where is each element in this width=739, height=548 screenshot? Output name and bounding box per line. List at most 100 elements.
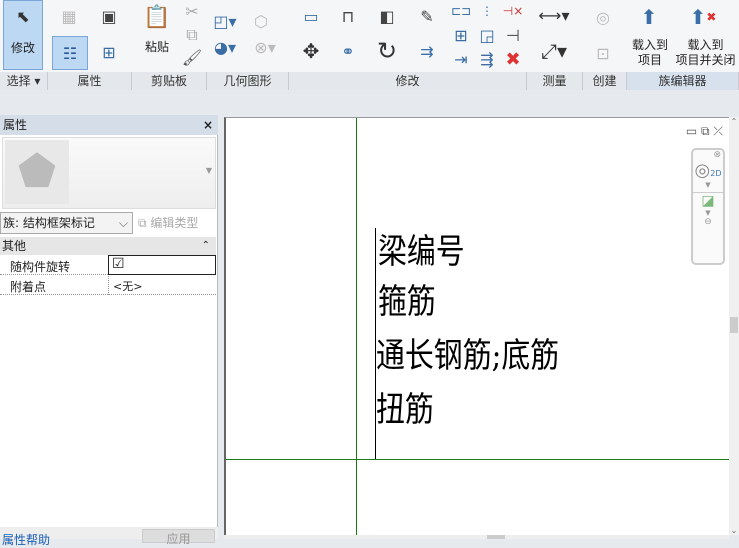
drawing-canvas[interactable]: 梁编号 箍筋 通长钢筋;底筋 扭筋 ▭ ⧉ ⤫ ⊗ ◎2D ▼ ◪ ▼ ⊖: [224, 117, 731, 536]
mirror-draw-axis-icon[interactable]: ✎: [412, 2, 442, 30]
load-into-project-icon[interactable]: ⬆: [635, 2, 663, 32]
modify-label: 修改: [10, 41, 35, 55]
load-close-line1: 载入到: [687, 38, 724, 52]
close-nav-icon[interactable]: ⊗: [693, 150, 723, 160]
scroll-down-icon[interactable]: ⌄: [729, 526, 739, 535]
scroll-up-icon[interactable]: ⌃: [729, 117, 739, 126]
load-and-close-label[interactable]: 载入到 项目并关闭: [672, 38, 739, 68]
scale-icon[interactable]: ◲: [478, 26, 496, 45]
close-icon[interactable]: ×: [203, 115, 213, 135]
family-types-icon[interactable]: ▣: [95, 2, 123, 30]
cut-geometry-icon[interactable]: ◰▾: [213, 12, 236, 31]
type-properties-icon[interactable]: ⊞: [95, 38, 123, 66]
edit-type-icon: ⧉: [138, 216, 147, 230]
reference-plane-vertical[interactable]: [356, 118, 357, 536]
split-gap-icon[interactable]: ⋮: [478, 3, 496, 19]
property-name: 随构件旋转: [10, 260, 71, 274]
group-header-other[interactable]: 其他 ⌃: [0, 237, 216, 255]
vertical-scrollbar[interactable]: ⌃ ⌄: [729, 117, 739, 535]
chevron-down-icon: ⌵: [118, 216, 128, 230]
family-preview-image: ⬟: [5, 140, 69, 204]
restore-icon[interactable]: ⧉: [701, 124, 710, 138]
measure-icon[interactable]: ⟷▾: [532, 5, 576, 25]
label-torsion-rebar[interactable]: 扭筋: [376, 382, 434, 431]
align-icon[interactable]: ▭: [296, 2, 326, 30]
load-and-close-icon[interactable]: ⬆ ✖: [688, 2, 718, 32]
paste-label[interactable]: 粘贴: [140, 38, 174, 55]
trim-extend-multiple-icon[interactable]: ⇶: [478, 50, 496, 69]
zoom-region-icon[interactable]: ◪: [693, 192, 723, 209]
unpin-icon[interactable]: ⊣×: [503, 3, 524, 19]
join-geometry-icon[interactable]: ◕▾: [214, 38, 236, 57]
minimize-icon[interactable]: ▭: [686, 124, 697, 138]
property-row: 随构件旋转 ☑: [0, 255, 216, 275]
chevron-down-icon[interactable]: ▼: [206, 166, 212, 175]
delete-icon[interactable]: ✖: [504, 49, 522, 70]
panel-clipboard: 剪贴板: [132, 72, 207, 90]
close-view-icon[interactable]: ⤫: [713, 124, 723, 138]
navigation-bar: ⊗ ◎2D ▼ ◪ ▼ ⊖: [691, 148, 725, 265]
reference-plane-horizontal[interactable]: [226, 459, 731, 460]
family-category-icon[interactable]: ▦: [55, 2, 83, 30]
trim-extend-icon[interactable]: ⇉: [412, 36, 442, 66]
label-continuous-rebar[interactable]: 通长钢筋;底筋: [376, 328, 559, 377]
load-close-line2: 项目并关闭: [675, 53, 736, 67]
panel-modify: 修改: [289, 72, 527, 90]
panel-properties: 属性: [48, 72, 132, 90]
panel-family-editor: 族编辑器: [627, 72, 739, 90]
chevron-down-icon[interactable]: ▼: [693, 209, 723, 217]
rotate-with-component-checkbox[interactable]: ☑: [108, 255, 216, 275]
move-icon[interactable]: ✥: [296, 36, 326, 66]
array-icon[interactable]: ⊞: [452, 26, 470, 45]
properties-icon[interactable]: ☷: [52, 36, 88, 70]
split-element-icon[interactable]: ⊏⊐: [451, 3, 471, 19]
label-beam-number[interactable]: 梁编号: [378, 224, 465, 273]
panel-geometry: 几何图形: [207, 72, 289, 90]
properties-header: 属性 ×: [0, 115, 218, 135]
type-selector-value: 族: 结构框架标记: [3, 216, 95, 230]
wall-join-icon[interactable]: ⬡: [252, 12, 270, 31]
horizontal-scrollbar[interactable]: [224, 535, 729, 539]
copy-element-icon[interactable]: ⚭: [333, 36, 363, 66]
dimension-icon[interactable]: ⤢▾: [532, 38, 576, 64]
split-face-icon[interactable]: ⊗▾: [252, 38, 278, 57]
load-label-line1: 载入到: [631, 38, 668, 52]
scrollbar-thumb[interactable]: [487, 535, 505, 539]
collapse-icon[interactable]: ⌃: [202, 237, 210, 255]
create-component-icon[interactable]: ◎: [588, 2, 618, 32]
scrollbar-thumb[interactable]: [730, 317, 738, 333]
properties-title: 属性: [3, 118, 28, 132]
create-group-icon[interactable]: ⊡: [588, 38, 618, 68]
trim-extend-single-icon[interactable]: ⇥: [452, 50, 470, 69]
chevron-down-icon[interactable]: ▼: [693, 181, 723, 189]
property-name: 附着点: [10, 280, 47, 294]
nav-options-icon[interactable]: ⊖: [693, 217, 723, 227]
panel-select[interactable]: 选择 ▾: [0, 72, 48, 90]
type-selector[interactable]: 族: 结构框架标记 ⌵: [0, 212, 133, 234]
property-row: 附着点 <无>: [0, 276, 216, 295]
apply-button[interactable]: 应用: [142, 529, 215, 546]
properties-help-link[interactable]: 属性帮助: [2, 531, 50, 548]
copy-icon[interactable]: ⧉: [183, 25, 201, 44]
attachment-point-value[interactable]: <无>: [108, 276, 146, 295]
group-title: 其他: [2, 239, 27, 253]
panel-measure: 测量: [527, 72, 583, 90]
edit-type-button[interactable]: ⧉ 编辑类型: [138, 212, 216, 234]
label-stirrup[interactable]: 箍筋: [378, 274, 436, 323]
paste-icon[interactable]: 📋: [143, 2, 171, 32]
match-properties-icon[interactable]: 🖌: [182, 48, 202, 67]
edit-type-label: 编辑类型: [150, 216, 199, 230]
window-controls: ▭ ⧉ ⤫: [686, 124, 723, 139]
load-into-project-label[interactable]: 载入到 项目: [625, 38, 675, 68]
cut-icon[interactable]: ✂: [183, 2, 201, 21]
properties-palette: 属性 × ⬟ ▼ 族: 结构框架标记 ⌵ ⧉ 编辑类型 其他 ⌃ 随构件旋转 ☑…: [0, 115, 218, 547]
rotate-icon[interactable]: ↻: [372, 36, 402, 66]
modify-button[interactable]: ⬉ 修改: [3, 0, 43, 70]
type-preview[interactable]: ⬟ ▼: [2, 137, 216, 209]
mirror-pick-axis-icon[interactable]: ◧: [372, 2, 402, 30]
load-label-line2: 项目: [637, 53, 662, 67]
steering-wheel-2d-icon[interactable]: ◎2D: [693, 160, 723, 181]
ribbon: ⬉ 修改 ▦ ▣ ☷ ⊞ 📋 粘贴 ✂ ⧉ 🖌 ◰▾ ◕▾ ⬡ ⊗▾ ▭ ⊓ ◧…: [0, 0, 739, 90]
pin-icon[interactable]: ⊣: [504, 26, 522, 45]
offset-icon[interactable]: ⊓: [333, 2, 363, 30]
